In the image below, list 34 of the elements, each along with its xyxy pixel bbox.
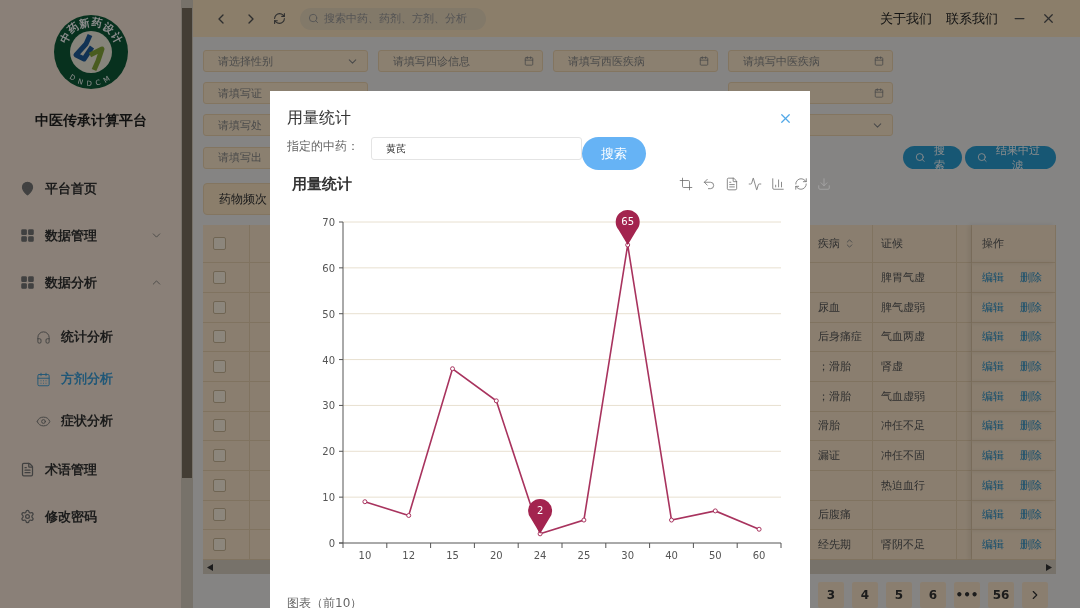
table-cell: 气血虚弱	[873, 381, 957, 412]
table-cell: 气血两虚	[873, 322, 957, 353]
axis-tick-label: 50	[708, 550, 722, 561]
axis-tick-label: 25	[577, 550, 591, 561]
axis-tick-label: 24	[533, 550, 547, 561]
axis-tick-label: 20	[489, 550, 503, 561]
axis-tick-label: 40	[322, 354, 335, 366]
axis-tick-label: 20	[322, 446, 335, 458]
marker-value: 65	[621, 215, 635, 227]
table-cell: 肾虚	[873, 352, 957, 382]
axis-tick-label: 60	[752, 550, 766, 561]
header-cell: 操作	[972, 225, 1056, 264]
axis-tick-label: 15	[446, 550, 459, 561]
table-cell: 冲任不固	[873, 441, 957, 471]
table-cell: 冲任不足	[873, 411, 957, 442]
axis-tick-label: 70	[322, 217, 335, 228]
marker-value: 2	[536, 504, 544, 516]
dialog-title: 用量统计	[287, 107, 351, 129]
table-cell: 热迫血行	[873, 470, 957, 501]
platform-title: 中医传承计算平台	[33, 111, 148, 129]
axis-tick-label: 50	[322, 308, 335, 320]
axis-tick-label: 40	[665, 550, 678, 561]
axis-tick-label: 60	[322, 262, 335, 274]
axis-tick-label: 10	[358, 550, 372, 561]
table-cell: 脾胃气虚	[873, 263, 957, 293]
axis-tick-label: 30	[322, 400, 335, 412]
axis-tick-label: 30	[621, 550, 635, 561]
axis-tick-label: 10	[322, 492, 335, 504]
axis-tick-label: 0	[328, 538, 335, 549]
axis-tick-label: 12	[402, 550, 416, 561]
header-cell: 证候	[873, 225, 957, 264]
table-cell: 脾气虚弱	[873, 292, 957, 323]
field-label: 指定的中药：	[287, 138, 360, 155]
chart-title: 用量统计	[292, 174, 353, 194]
